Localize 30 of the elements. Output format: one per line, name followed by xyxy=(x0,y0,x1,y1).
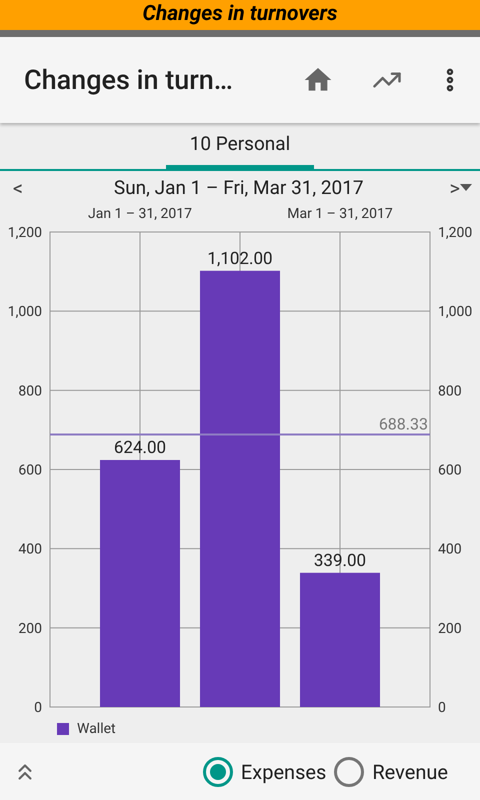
y-tick-label: 800 xyxy=(18,383,42,400)
y-tick-label: 800 xyxy=(438,383,462,400)
y-tick-label: 600 xyxy=(438,462,462,478)
previous-button[interactable]: < xyxy=(8,173,28,203)
y-tick-label: 1,200 xyxy=(8,225,42,241)
legend-label: Wallet xyxy=(77,720,116,738)
radio-option[interactable]: Revenue xyxy=(334,756,448,786)
y-tick-label: 0 xyxy=(438,700,446,715)
average-label: 688.33 xyxy=(378,414,428,434)
radio-option[interactable]: Expenses xyxy=(202,756,326,786)
y-tick-label: 1,200 xyxy=(438,225,472,241)
category-label: Mar 1 – 31, 2017 xyxy=(287,206,393,222)
banner-title: Changes in turnovers xyxy=(142,1,338,28)
app-title: Changes in turn… xyxy=(24,62,234,98)
y-tick-label: 0 xyxy=(34,700,42,715)
y-tick-label: 200 xyxy=(438,620,462,637)
dropdown-icon[interactable] xyxy=(460,184,472,192)
value-label: 1,102.00 xyxy=(207,248,273,269)
y-tick-label: 400 xyxy=(438,542,462,558)
period-label: Sun, Jan 1 – Fri, Mar 31, 2017 xyxy=(112,174,365,201)
tab[interactable]: 10 Personal xyxy=(166,123,314,169)
value-label: 624.00 xyxy=(114,438,166,458)
y-tick-label: 600 xyxy=(18,462,42,478)
next-button[interactable]: > xyxy=(450,173,472,203)
value-label: 339.00 xyxy=(314,550,366,571)
category-label: Jan 1 – 31, 2017 xyxy=(88,206,192,222)
y-tick-label: 1,000 xyxy=(8,304,42,320)
y-tick-label: 1,000 xyxy=(438,304,472,320)
y-tick-label: 400 xyxy=(18,542,42,558)
y-tick-label: 200 xyxy=(18,620,42,637)
